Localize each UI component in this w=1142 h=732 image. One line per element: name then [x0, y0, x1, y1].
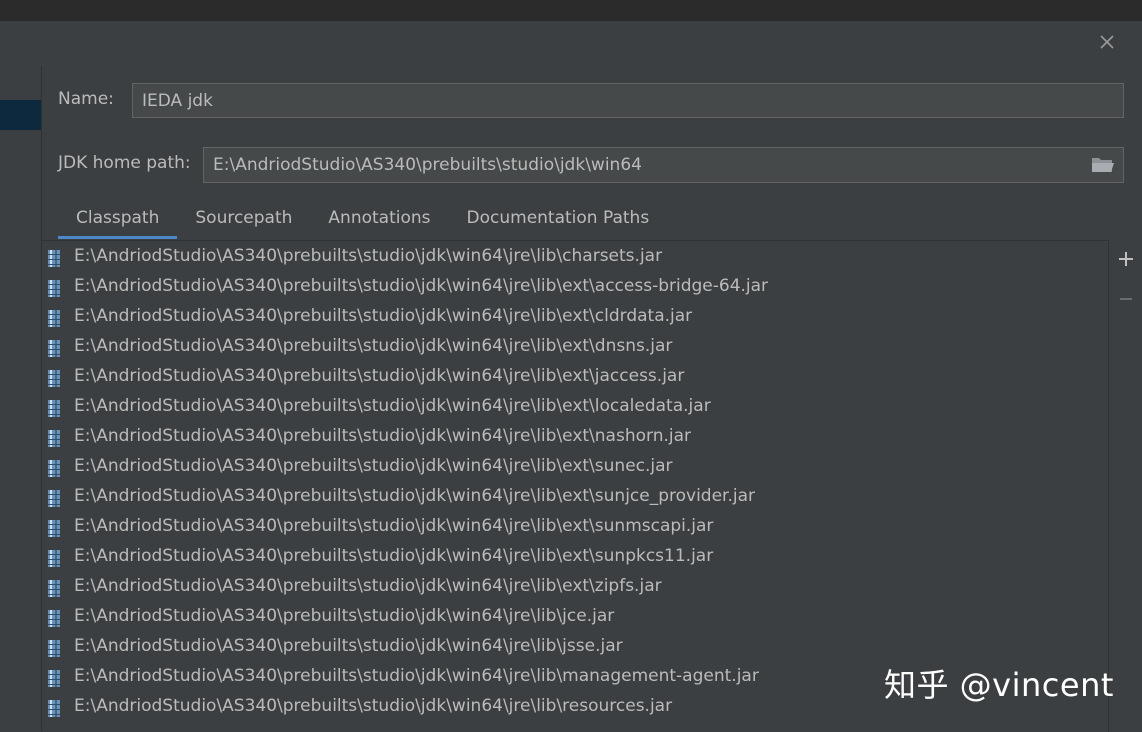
- jar-icon: [48, 340, 60, 357]
- close-icon: [1100, 35, 1114, 49]
- tab-sourcepath[interactable]: Sourcepath: [177, 200, 310, 237]
- close-button[interactable]: [1095, 30, 1119, 54]
- tab-documentation-paths[interactable]: Documentation Paths: [449, 200, 668, 237]
- classpath-entry: E:\AndriodStudio\AS340\prebuilts\studio\…: [74, 456, 673, 476]
- jar-icon: [48, 670, 60, 687]
- classpath-entry: E:\AndriodStudio\AS340\prebuilts\studio\…: [74, 636, 623, 656]
- classpath-entry: E:\AndriodStudio\AS340\prebuilts\studio\…: [74, 696, 673, 716]
- list-item[interactable]: E:\AndriodStudio\AS340\prebuilts\studio\…: [42, 573, 1108, 603]
- list-item[interactable]: E:\AndriodStudio\AS340\prebuilts\studio\…: [42, 303, 1108, 333]
- list-item[interactable]: E:\AndriodStudio\AS340\prebuilts\studio\…: [42, 423, 1108, 453]
- classpath-entry: E:\AndriodStudio\AS340\prebuilts\studio\…: [74, 576, 662, 596]
- list-item[interactable]: E:\AndriodStudio\AS340\prebuilts\studio\…: [42, 513, 1108, 543]
- jar-icon: [48, 490, 60, 507]
- classpath-entry: E:\AndriodStudio\AS340\prebuilts\studio\…: [74, 606, 615, 626]
- classpath-entry: E:\AndriodStudio\AS340\prebuilts\studio\…: [74, 486, 756, 506]
- jar-icon: [48, 700, 60, 717]
- tab-annotations[interactable]: Annotations: [310, 200, 448, 237]
- sdk-list-selected-item[interactable]: [0, 100, 41, 130]
- jar-icon: [48, 520, 60, 537]
- jdk-home-path-input[interactable]: E:\AndriodStudio\AS340\prebuilts\studio\…: [203, 147, 1124, 183]
- jar-icon: [48, 250, 60, 267]
- jar-icon: [48, 580, 60, 597]
- jar-icon: [48, 370, 60, 387]
- classpath-entry: E:\AndriodStudio\AS340\prebuilts\studio\…: [74, 306, 693, 326]
- classpath-entry: E:\AndriodStudio\AS340\prebuilts\studio\…: [74, 336, 673, 356]
- classpath-entry: E:\AndriodStudio\AS340\prebuilts\studio\…: [74, 426, 692, 446]
- jar-icon: [48, 550, 60, 567]
- jar-icon: [48, 460, 60, 477]
- classpath-list[interactable]: E:\AndriodStudio\AS340\prebuilts\studio\…: [42, 240, 1109, 732]
- classpath-entry: E:\AndriodStudio\AS340\prebuilts\studio\…: [74, 516, 714, 536]
- list-item[interactable]: E:\AndriodStudio\AS340\prebuilts\studio\…: [42, 273, 1108, 303]
- minus-icon: [1120, 298, 1132, 300]
- jar-icon: [48, 610, 60, 627]
- list-item[interactable]: E:\AndriodStudio\AS340\prebuilts\studio\…: [42, 333, 1108, 363]
- classpath-entry: E:\AndriodStudio\AS340\prebuilts\studio\…: [74, 546, 714, 566]
- jar-icon: [48, 430, 60, 447]
- name-input[interactable]: IEDA jdk: [132, 83, 1124, 118]
- name-label: Name:: [58, 89, 114, 109]
- folder-icon: [1092, 158, 1114, 172]
- add-button[interactable]: [1115, 248, 1137, 270]
- classpath-entry: E:\AndriodStudio\AS340\prebuilts\studio\…: [74, 396, 711, 416]
- list-item[interactable]: E:\AndriodStudio\AS340\prebuilts\studio\…: [42, 393, 1108, 423]
- remove-button[interactable]: [1115, 288, 1137, 310]
- list-toolbar: [1109, 240, 1142, 731]
- jar-icon: [48, 280, 60, 297]
- classpath-entry: E:\AndriodStudio\AS340\prebuilts\studio\…: [74, 246, 663, 266]
- browse-button[interactable]: [1091, 155, 1115, 175]
- list-item[interactable]: E:\AndriodStudio\AS340\prebuilts\studio\…: [42, 363, 1108, 393]
- sdk-list-panel[interactable]: [0, 66, 42, 731]
- list-item[interactable]: E:\AndriodStudio\AS340\prebuilts\studio\…: [42, 243, 1108, 273]
- jar-icon: [48, 310, 60, 327]
- plus-icon: [1119, 252, 1133, 266]
- window-top-strip: [0, 0, 1142, 21]
- list-item[interactable]: E:\AndriodStudio\AS340\prebuilts\studio\…: [42, 603, 1108, 633]
- jar-icon: [48, 640, 60, 657]
- jdk-home-path-label: JDK home path:: [58, 153, 191, 173]
- tab-bar: Classpath Sourcepath Annotations Documen…: [58, 200, 667, 240]
- classpath-entry: E:\AndriodStudio\AS340\prebuilts\studio\…: [74, 666, 759, 686]
- list-item[interactable]: E:\AndriodStudio\AS340\prebuilts\studio\…: [42, 543, 1108, 573]
- list-item[interactable]: E:\AndriodStudio\AS340\prebuilts\studio\…: [42, 453, 1108, 483]
- list-item[interactable]: E:\AndriodStudio\AS340\prebuilts\studio\…: [42, 483, 1108, 513]
- classpath-entry: E:\AndriodStudio\AS340\prebuilts\studio\…: [74, 366, 685, 386]
- classpath-entry: E:\AndriodStudio\AS340\prebuilts\studio\…: [74, 276, 769, 296]
- watermark: 知乎 @vincent: [884, 666, 1114, 704]
- list-item[interactable]: E:\AndriodStudio\AS340\prebuilts\studio\…: [42, 633, 1108, 663]
- tab-classpath[interactable]: Classpath: [58, 200, 178, 239]
- jar-icon: [48, 400, 60, 417]
